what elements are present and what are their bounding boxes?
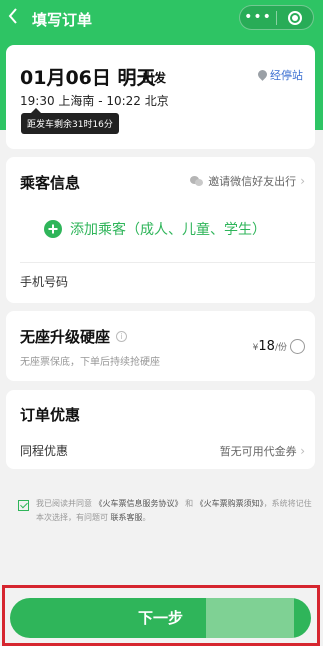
more-options-icon[interactable]: ••• [240, 6, 276, 29]
blur-overlay [206, 598, 294, 638]
seat-upgrade-description: 无座票保底，下单后持续抢硬座 [20, 357, 160, 368]
add-passenger-label: 添加乘客（成人、儿童、学生） [70, 222, 266, 238]
stops-link[interactable]: 经停站 [258, 67, 303, 83]
chevron-right-icon: › [300, 174, 305, 188]
coupon-row[interactable]: 同程优惠 暂无可用代金券 › [20, 442, 305, 459]
contact-service-link[interactable]: 联系客服 [111, 513, 143, 522]
coupon-value: 暂无可用代金券 › [219, 443, 305, 458]
seat-upgrade-price: ¥18/份 [253, 339, 287, 354]
next-step-label: 下一步 [137, 609, 183, 627]
seat-upgrade-title: 无座升级硬座 [20, 328, 111, 346]
passenger-card: 乘客信息 邀请微信好友出行 › 添加乘客（成人、儿童、学生） 手机号码 [6, 157, 315, 303]
stops-link-label: 经停站 [270, 69, 303, 82]
trip-date: 01月06日 明天 [20, 67, 156, 89]
chevron-right-icon: › [300, 443, 305, 458]
close-mini-program-icon[interactable] [277, 10, 313, 25]
plus-icon [44, 220, 62, 238]
service-agreement-link[interactable]: 《火车票信息服务协议》 [95, 499, 183, 508]
info-icon[interactable]: i [116, 331, 128, 342]
price-unit: /份 [274, 343, 287, 353]
divider [20, 262, 315, 263]
agreement-checkbox[interactable] [18, 500, 29, 511]
depart-label: 出发 [142, 71, 167, 85]
discount-section-title: 订单优惠 [20, 406, 81, 424]
invite-label: 邀请微信好友出行 [208, 175, 297, 188]
purchase-notice-link[interactable]: 《火车票购票须知》 [196, 499, 264, 508]
chevron-left-icon[interactable] [8, 8, 24, 26]
navbar: 填写订单 ••• [0, 0, 323, 36]
coupon-label: 同程优惠 [20, 444, 69, 458]
location-pin-icon [258, 70, 267, 81]
seat-upgrade-card: 无座升级硬座 i 无座票保底，下单后持续抢硬座 ¥18/份 [6, 311, 315, 381]
trip-times: 19:30 上海南 - 10:22 北京 [20, 94, 169, 108]
mini-program-capsule: ••• [239, 5, 314, 30]
countdown-tooltip: 距发车剩余31时16分 [21, 108, 119, 134]
phone-field-label[interactable]: 手机号码 [20, 273, 68, 290]
trip-card: 01月06日 明天 出发 经停站 19:30 上海南 - 10:22 北京 距发… [6, 45, 315, 149]
seat-upgrade-radio[interactable] [290, 339, 305, 354]
next-step-button[interactable]: 下一步 [10, 598, 311, 638]
wechat-icon [190, 175, 204, 187]
page-title: 填写订单 [32, 11, 93, 29]
invite-friend-link[interactable]: 邀请微信好友出行 › [190, 173, 305, 189]
discount-card: 订单优惠 同程优惠 暂无可用代金券 › [6, 390, 315, 469]
agreement: 我已阅读并同意 《火车票信息服务协议》 和 《火车票购票须知》，系统将记住本次选… [18, 497, 313, 525]
agreement-text: 我已阅读并同意 《火车票信息服务协议》 和 《火车票购票须知》，系统将记住本次选… [36, 499, 312, 522]
add-passenger-button[interactable]: 添加乘客（成人、儿童、学生） [44, 219, 266, 239]
seat-upgrade-title-row: 无座升级硬座 i [20, 326, 128, 347]
passenger-section-title: 乘客信息 [20, 174, 81, 192]
price-value: 18 [258, 339, 275, 354]
